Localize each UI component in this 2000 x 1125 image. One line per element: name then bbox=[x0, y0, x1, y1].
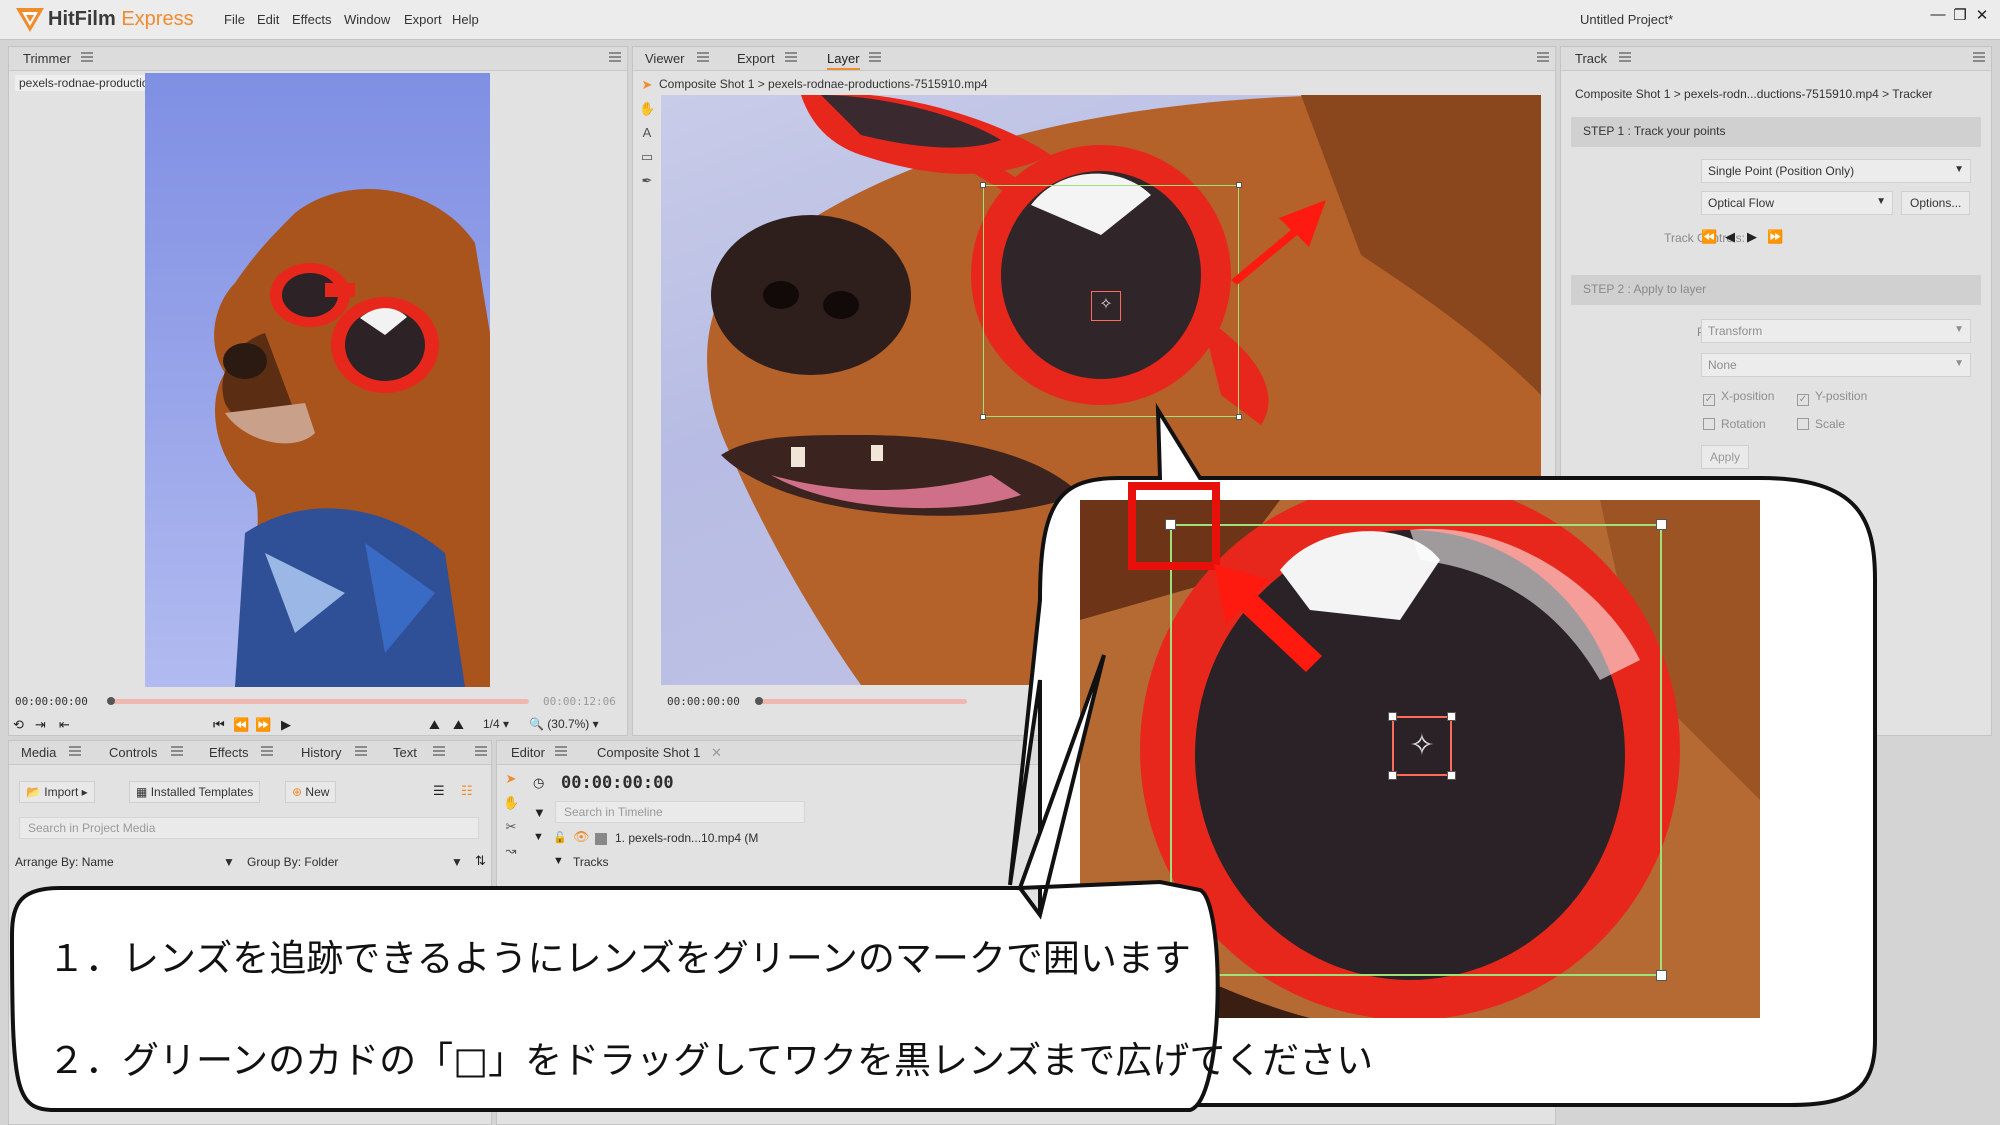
instruction-line-2: ２．グリーンのカドの「□」をドラッグしてワクを黒レンズまで広げてください bbox=[48, 1039, 1374, 1082]
instruction-line-1: １．レンズを追跡できるようにレンズをグリーンのマークで囲います bbox=[48, 937, 1191, 980]
